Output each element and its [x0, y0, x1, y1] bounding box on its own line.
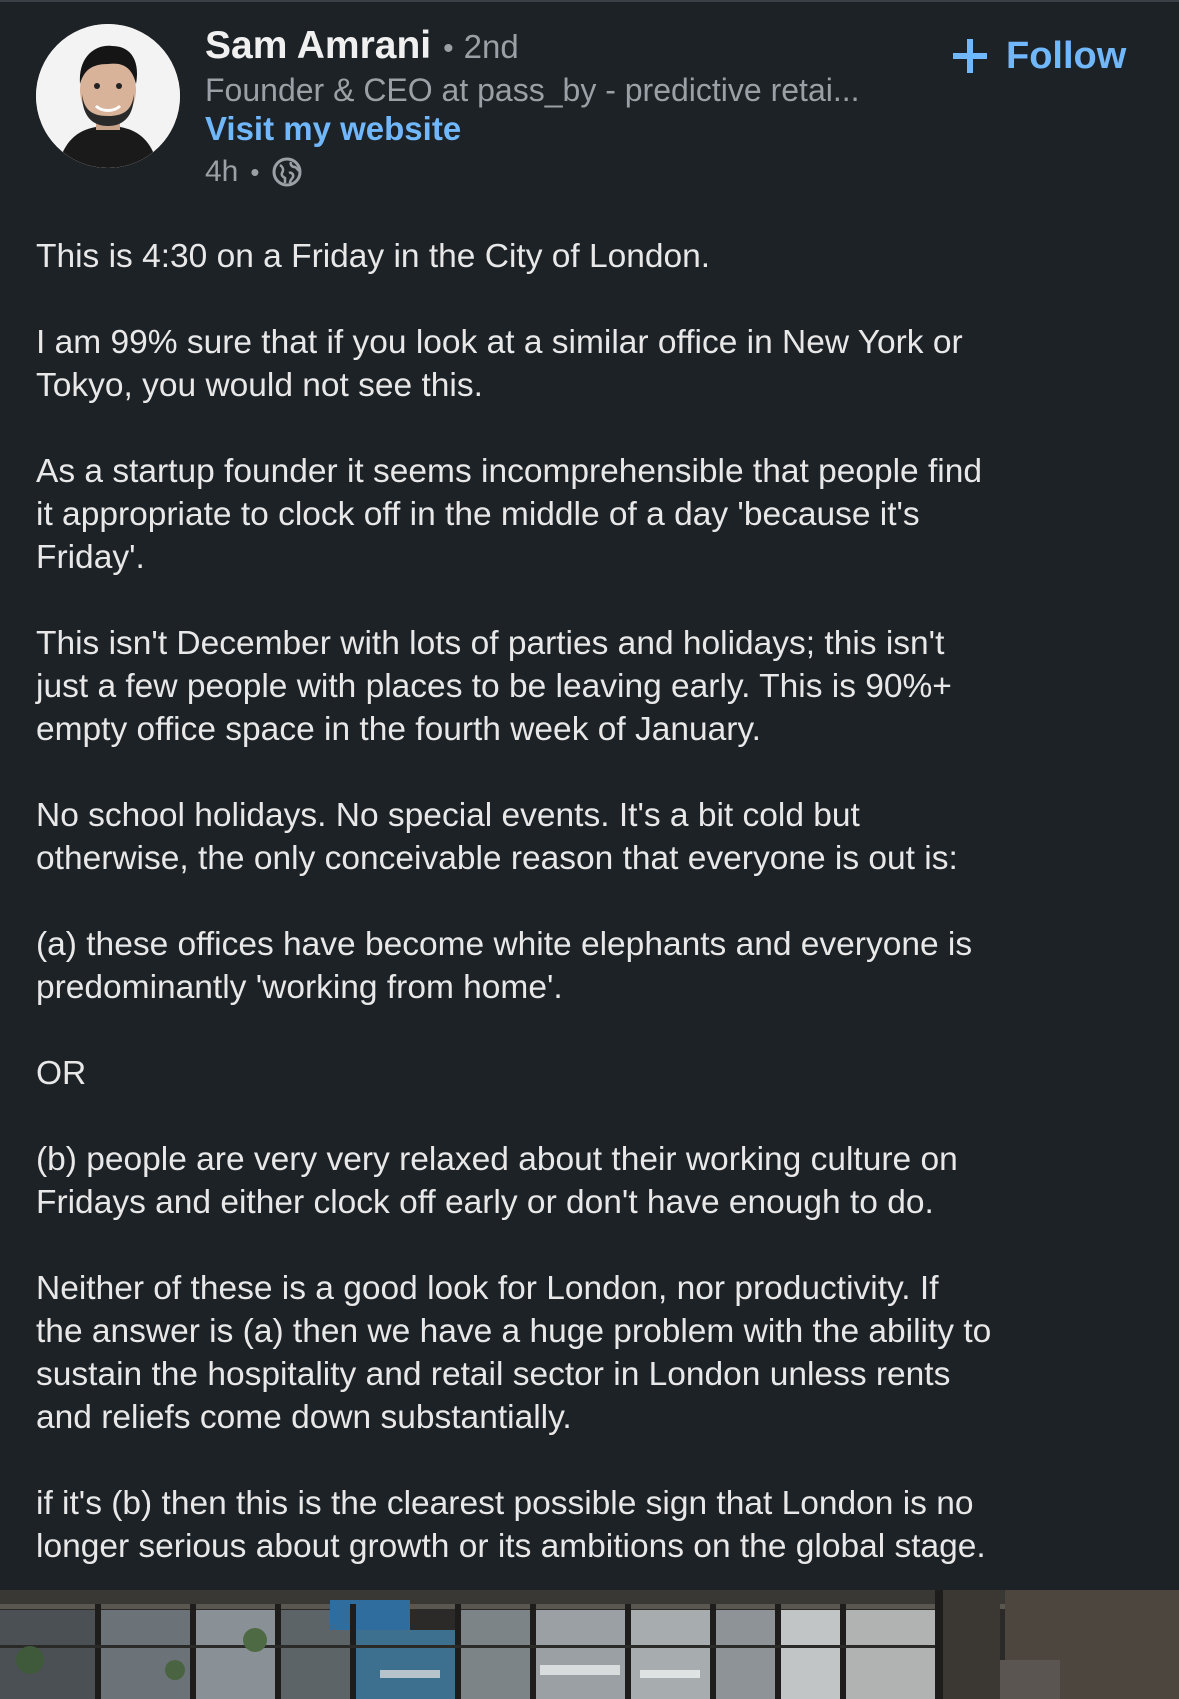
post-paragraph: This is 4:30 on a Friday in the City of …	[36, 238, 711, 275]
author-name[interactable]: Sam Amrani	[205, 24, 431, 68]
post-paragraph: if it's (b) then this is the clearest po…	[36, 1485, 986, 1565]
post-header: Sam Amrani • 2nd Founder & CEO at pass_b…	[0, 0, 1179, 200]
author-headline: Founder & CEO at pass_by - predictive re…	[205, 72, 860, 108]
plus-icon	[950, 36, 990, 76]
post-paragraph: I am 99% sure that if you look at a simi…	[36, 324, 963, 404]
post-meta: 4h •	[205, 152, 303, 192]
post-paragraph: As a startup founder it seems incomprehe…	[36, 453, 982, 576]
post-image[interactable]	[0, 1590, 1179, 1699]
post-paragraph: (b) people are very very relaxed about t…	[36, 1141, 958, 1221]
globe-icon	[271, 156, 303, 188]
post-paragraph: (a) these offices have become white elep…	[36, 926, 973, 1006]
follow-label: Follow	[1006, 34, 1127, 77]
avatar[interactable]	[36, 24, 180, 168]
post-paragraph: OR	[36, 1055, 87, 1092]
post-body: This is 4:30 on a Friday in the City of …	[36, 235, 1148, 1611]
author-name-row: Sam Amrani • 2nd	[205, 24, 519, 76]
visit-website-link[interactable]: Visit my website	[205, 110, 461, 148]
follow-button[interactable]: Follow	[950, 30, 1126, 82]
meta-separator-dot: •	[250, 156, 260, 187]
post-paragraph: No school holidays. No special events. I…	[36, 797, 958, 877]
separator-dot: •	[443, 32, 454, 65]
post-paragraph: Neither of these is a good look for Lond…	[36, 1270, 992, 1436]
post-paragraph: This isn't December with lots of parties…	[36, 625, 952, 748]
post-time: 4h	[205, 155, 239, 188]
connection-degree: 2nd	[463, 28, 519, 65]
